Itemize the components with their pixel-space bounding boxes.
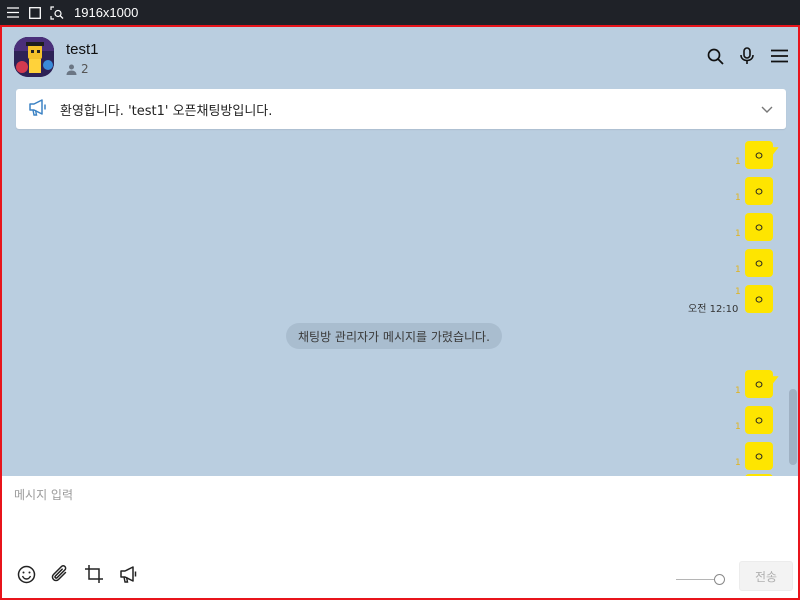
chevron-down-icon[interactable] (760, 101, 774, 120)
message-input[interactable] (14, 486, 714, 546)
microphone-icon[interactable] (738, 47, 756, 65)
square-icon[interactable] (28, 6, 42, 20)
message-bubble[interactable]: ㅇ (745, 177, 773, 205)
composer-tools (16, 564, 138, 584)
megaphone-icon (28, 98, 48, 120)
composer: 전송 (2, 476, 798, 598)
resolution-label: 1916x1000 (74, 5, 139, 20)
message-time: 오전 12:10 (688, 304, 739, 315)
message-bubble[interactable]: ㅇ (745, 249, 773, 277)
chat-header: test1 2 (2, 27, 798, 89)
send-button[interactable]: 전송 (739, 561, 793, 591)
chat-window: test1 2 환영합니다. 'test1' 오픈채팅방입니다. 1 ㅇ 1 ㅇ… (0, 25, 800, 600)
room-title: test1 (66, 41, 99, 58)
notice-banner[interactable]: 환영합니다. 'test1' 오픈채팅방입니다. (16, 89, 786, 129)
search-icon[interactable] (706, 47, 724, 65)
message-bubble[interactable]: ㅇ (745, 141, 773, 169)
message-text: ㅇ (753, 184, 765, 199)
member-count[interactable]: 2 (66, 62, 89, 76)
message-list[interactable]: 1 ㅇ 1 ㅇ 1 ㅇ 1 ㅇ 1 오전 12:10 ㅇ 채팅방 관리자가 메시… (2, 129, 798, 480)
unread-count: 1 (735, 157, 741, 167)
system-message: 채팅방 관리자가 메시지를 가렸습니다. (286, 323, 502, 349)
unread-count: 1 (735, 229, 741, 239)
message-text: ㅇ (753, 449, 765, 464)
menu-icon[interactable] (6, 6, 20, 20)
slider-knob[interactable] (714, 574, 725, 585)
member-count-value: 2 (81, 62, 89, 76)
crop-icon[interactable] (84, 564, 104, 584)
unread-count: 1 (735, 265, 741, 275)
message-bubble[interactable]: ㅇ (745, 406, 773, 434)
message-bubble[interactable]: ㅇ (745, 285, 773, 313)
room-avatar[interactable] (14, 37, 54, 77)
hamburger-menu-icon[interactable] (770, 47, 788, 65)
unread-count: 1 (735, 193, 741, 203)
message-bubble[interactable]: ㅇ (745, 442, 773, 470)
message-text: ㅇ (753, 220, 765, 235)
message-text: ㅇ (753, 256, 765, 271)
unread-count: 1 (735, 287, 741, 297)
unread-count: 1 (735, 458, 741, 468)
emoticon-icon[interactable] (16, 564, 36, 584)
unread-count: 1 (735, 422, 741, 432)
scrollbar[interactable] (788, 389, 798, 465)
message-bubble[interactable]: ㅇ (745, 213, 773, 241)
message-text: ㅇ (753, 148, 765, 163)
scrollbar-thumb[interactable] (789, 389, 797, 465)
message-bubble[interactable]: ㅇ (745, 370, 773, 398)
announce-icon[interactable] (118, 564, 138, 584)
system-toolbar: 1916x1000 (0, 0, 800, 25)
attach-icon[interactable] (50, 564, 70, 584)
unread-count: 1 (735, 386, 741, 396)
opacity-slider[interactable] (676, 573, 725, 587)
notice-text: 환영합니다. 'test1' 오픈채팅방입니다. (60, 103, 273, 119)
message-text: ㅇ (753, 292, 765, 307)
person-icon (66, 64, 77, 75)
slider-track (676, 579, 718, 580)
message-text: ㅇ (753, 377, 765, 392)
screenshot-icon[interactable] (50, 5, 64, 20)
message-text: ㅇ (753, 413, 765, 428)
